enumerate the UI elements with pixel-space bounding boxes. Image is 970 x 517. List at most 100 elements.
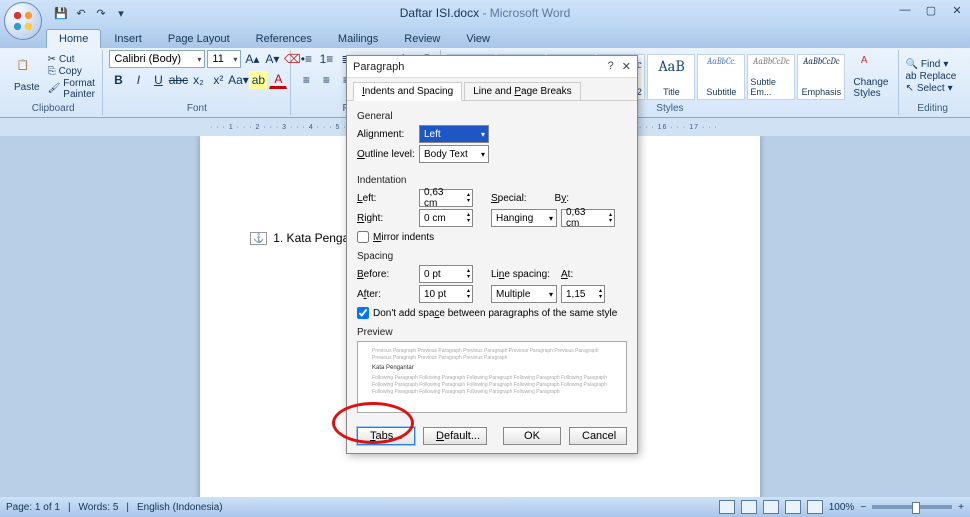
maximize-button[interactable]: ▢ bbox=[922, 4, 940, 17]
group-font-label: Font bbox=[109, 103, 284, 115]
underline-button[interactable]: U bbox=[149, 71, 167, 89]
status-language[interactable]: English (Indonesia) bbox=[137, 502, 223, 513]
label-right: Right: bbox=[357, 213, 415, 224]
at-spin[interactable]: 1,15 bbox=[561, 285, 605, 303]
paste-button[interactable]: 📋 Paste bbox=[10, 58, 44, 95]
style-emphasis[interactable]: AaBbCcDcEmphasis bbox=[797, 54, 845, 100]
dialog-close-button[interactable]: ✕ bbox=[622, 60, 631, 73]
view-outline[interactable] bbox=[785, 500, 801, 514]
select-button[interactable]: ↖Select ▾ bbox=[905, 83, 956, 94]
superscript-button[interactable]: x² bbox=[209, 71, 227, 89]
special-combo[interactable]: Hanging bbox=[491, 209, 557, 227]
strike-button[interactable]: abc bbox=[169, 71, 187, 89]
ok-button[interactable]: OK bbox=[503, 427, 561, 445]
grow-font-icon[interactable]: A▴ bbox=[243, 50, 261, 68]
window-controls: — ▢ ✕ bbox=[896, 4, 966, 17]
dialog-titlebar[interactable]: Paragraph ? ✕ bbox=[347, 56, 637, 78]
by-spin[interactable]: 0,63 cm bbox=[561, 209, 615, 227]
status-page[interactable]: Page: 1 of 1 bbox=[6, 502, 60, 513]
label-special: Special: bbox=[491, 193, 535, 204]
tab-home[interactable]: Home bbox=[46, 29, 101, 48]
label-before: Before: bbox=[357, 269, 415, 280]
font-combo[interactable]: Calibri (Body) bbox=[109, 50, 205, 68]
dialog-tab-indents[interactable]: IIndents and Spacingndents and Spacing bbox=[353, 82, 462, 101]
dialog-help-button[interactable]: ? bbox=[608, 60, 614, 73]
numbering-button[interactable]: 1≡ bbox=[317, 50, 335, 68]
align-center-button[interactable]: ≡ bbox=[317, 71, 335, 89]
shrink-font-icon[interactable]: A▾ bbox=[263, 50, 281, 68]
change-styles-button[interactable]: A Change Styles bbox=[849, 53, 892, 101]
view-print-layout[interactable] bbox=[719, 500, 735, 514]
view-draft[interactable] bbox=[807, 500, 823, 514]
style-subtle-em[interactable]: AaBbCcDcSubtle Em... bbox=[747, 54, 795, 100]
label-by: By: bbox=[539, 193, 569, 204]
subscript-button[interactable]: x₂ bbox=[189, 71, 207, 89]
titlebar: 💾 ↶ ↷ ▾ Daftar ISI.docx - Microsoft Word… bbox=[0, 0, 970, 26]
dialog-title: Paragraph bbox=[353, 61, 404, 73]
select-icon: ↖ bbox=[905, 83, 913, 94]
minimize-button[interactable]: — bbox=[896, 4, 914, 17]
undo-icon[interactable]: ↶ bbox=[72, 4, 90, 22]
tab-page-layout[interactable]: Page Layout bbox=[155, 29, 243, 48]
alignment-combo[interactable]: Left bbox=[419, 125, 489, 143]
statusbar: Page: 1 of 1 | Words: 5 | English (Indon… bbox=[0, 497, 970, 517]
bullets-button[interactable]: •≡ bbox=[297, 50, 315, 68]
status-words[interactable]: Words: 5 bbox=[79, 502, 119, 513]
highlight-button[interactable]: ab bbox=[249, 71, 267, 89]
before-spin[interactable]: 0 pt bbox=[419, 265, 473, 283]
paste-icon: 📋 bbox=[17, 60, 37, 80]
tabs-button[interactable]: Tabs... bbox=[357, 427, 415, 445]
qat-dropdown-icon[interactable]: ▾ bbox=[112, 4, 130, 22]
preview-box: Previous Paragraph Previous Paragraph Pr… bbox=[357, 341, 627, 413]
default-button[interactable]: Default... bbox=[423, 427, 487, 445]
redo-icon[interactable]: ↷ bbox=[92, 4, 110, 22]
tab-view[interactable]: View bbox=[453, 29, 503, 48]
style-title[interactable]: AaBTitle bbox=[647, 54, 695, 100]
window-title: Daftar ISI.docx - Microsoft Word bbox=[400, 6, 571, 20]
font-size-combo[interactable]: 11 bbox=[207, 50, 241, 68]
change-styles-icon: A bbox=[861, 55, 881, 75]
tab-insert[interactable]: Insert bbox=[101, 29, 155, 48]
tab-mailings[interactable]: Mailings bbox=[325, 29, 391, 48]
zoom-out-button[interactable]: − bbox=[860, 502, 866, 513]
style-subtitle[interactable]: AaBbCc.Subtitle bbox=[697, 54, 745, 100]
view-full-screen[interactable] bbox=[741, 500, 757, 514]
save-icon[interactable]: 💾 bbox=[52, 4, 70, 22]
format-painter-button[interactable]: 🖌Format Painter bbox=[48, 78, 97, 100]
label-alignment: Alignment: bbox=[357, 129, 415, 140]
label-outline: Outline level: bbox=[357, 149, 415, 160]
label-linespacing: Line spacing: bbox=[491, 269, 557, 280]
mirror-checkbox[interactable]: Mirror indents bbox=[357, 231, 627, 243]
section-general: General bbox=[357, 111, 627, 122]
italic-button[interactable]: I bbox=[129, 71, 147, 89]
find-button[interactable]: 🔍Find ▾ bbox=[905, 59, 956, 70]
label-after: After: bbox=[357, 289, 415, 300]
find-icon: 🔍 bbox=[905, 59, 917, 70]
tab-review[interactable]: Review bbox=[391, 29, 453, 48]
noadd-checkbox[interactable]: Don't add space between paragraphs of th… bbox=[357, 307, 627, 319]
indent-left-spin[interactable]: 0,63 cm bbox=[419, 189, 473, 207]
label-at: At: bbox=[561, 269, 585, 280]
office-button[interactable] bbox=[4, 2, 42, 40]
quick-access-toolbar: 💾 ↶ ↷ ▾ bbox=[52, 4, 130, 22]
bold-button[interactable]: B bbox=[109, 71, 127, 89]
zoom-in-button[interactable]: + bbox=[958, 502, 964, 513]
dialog-tab-linebreaks[interactable]: Line and Page Breaks bbox=[464, 82, 580, 100]
after-spin[interactable]: 10 pt bbox=[419, 285, 473, 303]
replace-button[interactable]: abReplace bbox=[905, 71, 956, 82]
outline-combo[interactable]: Body Text bbox=[419, 145, 489, 163]
change-case-button[interactable]: Aa▾ bbox=[229, 71, 247, 89]
anchor-icon: ⚓ bbox=[250, 232, 267, 245]
align-left-button[interactable]: ≡ bbox=[297, 71, 315, 89]
tab-references[interactable]: References bbox=[243, 29, 325, 48]
cancel-button[interactable]: Cancel bbox=[569, 427, 627, 445]
close-button[interactable]: ✕ bbox=[948, 4, 966, 17]
cut-button[interactable]: ✂Cut bbox=[48, 54, 97, 65]
copy-button[interactable]: ⎘Copy bbox=[48, 66, 97, 77]
linespacing-combo[interactable]: Multiple bbox=[491, 285, 557, 303]
indent-right-spin[interactable]: 0 cm bbox=[419, 209, 473, 227]
view-web-layout[interactable] bbox=[763, 500, 779, 514]
zoom-slider[interactable] bbox=[872, 505, 952, 509]
zoom-level[interactable]: 100% bbox=[829, 502, 855, 513]
font-color-button[interactable]: A bbox=[269, 71, 287, 89]
